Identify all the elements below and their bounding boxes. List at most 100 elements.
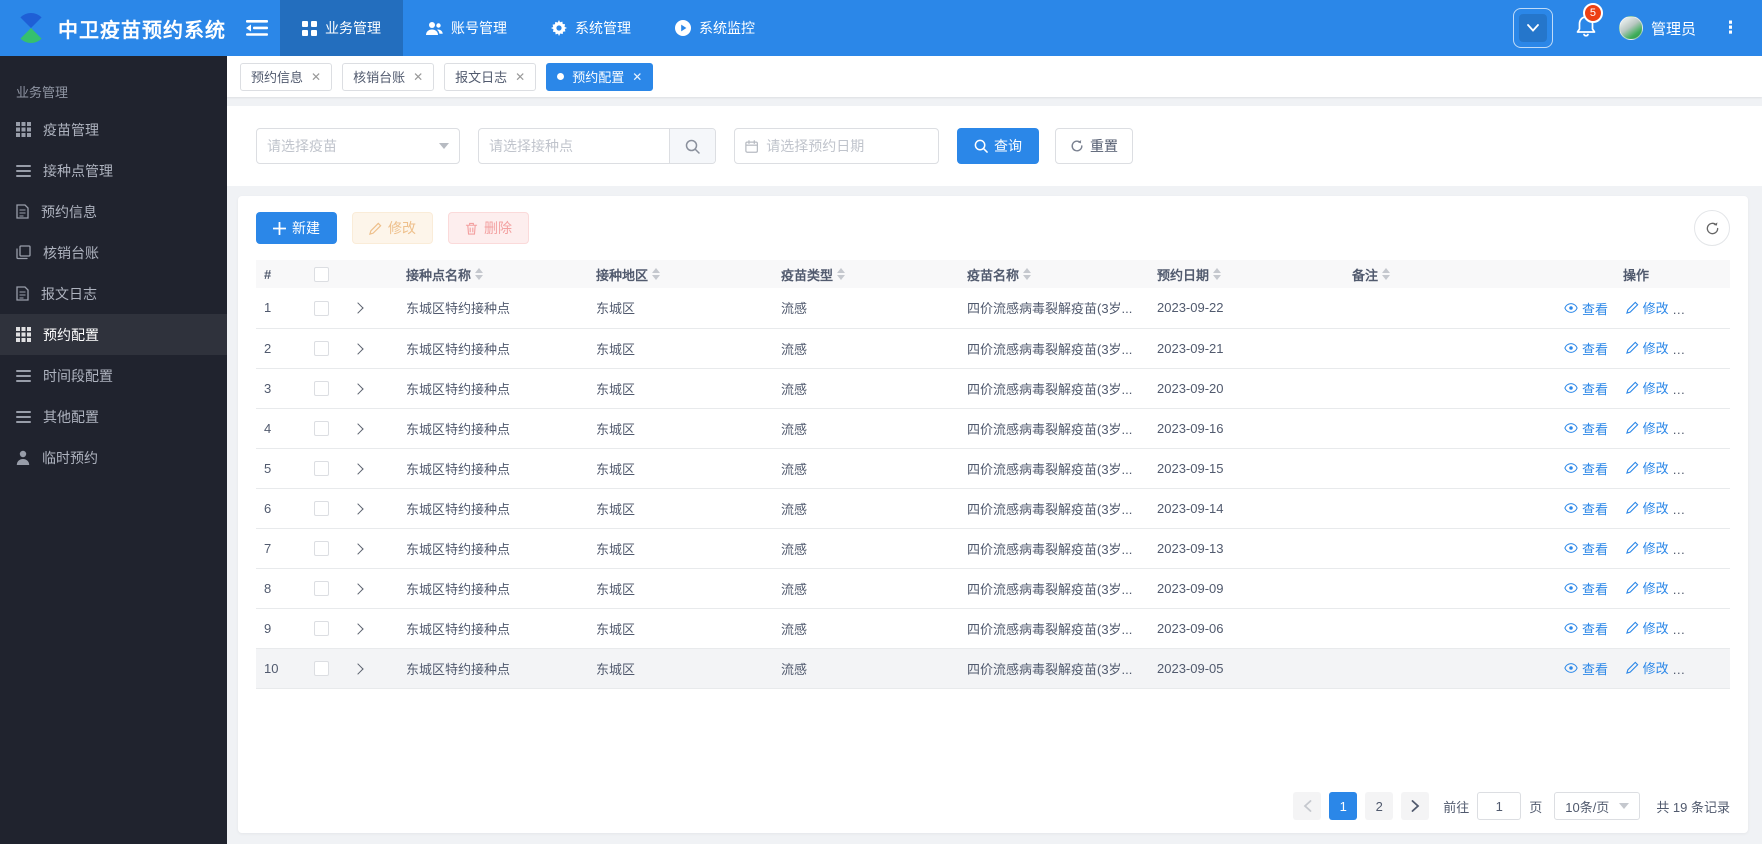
- site-search-input[interactable]: [479, 129, 669, 163]
- refresh-table-button[interactable]: [1694, 210, 1730, 246]
- nav-item-monitor[interactable]: 系统监控: [653, 0, 777, 56]
- layout-dropdown-button[interactable]: [1512, 8, 1553, 48]
- page-size-select[interactable]: 10条/页: [1554, 792, 1641, 820]
- expand-row-icon[interactable]: [352, 542, 364, 555]
- close-icon[interactable]: ✕: [413, 70, 423, 84]
- expand-row-icon[interactable]: [352, 502, 364, 515]
- date-picker-input[interactable]: [766, 138, 928, 154]
- edit-link[interactable]: 修改: [1625, 578, 1669, 597]
- expand-row-icon[interactable]: [352, 382, 364, 395]
- edit-link[interactable]: 修改: [1625, 418, 1669, 437]
- nav-item-accounts[interactable]: 账号管理: [403, 0, 529, 56]
- goto-page-input[interactable]: [1477, 792, 1522, 820]
- notification-bell[interactable]: 5: [1575, 2, 1603, 42]
- view-link[interactable]: 查看: [1564, 619, 1608, 638]
- row-checkbox[interactable]: [314, 581, 329, 597]
- delete-link[interactable]: 删除: [1686, 298, 1729, 317]
- expand-row-icon[interactable]: [352, 302, 364, 314]
- sidebar-item-vaccine-mgmt[interactable]: 疫苗管理: [0, 109, 227, 150]
- sort-icon[interactable]: [652, 268, 661, 280]
- edit-link[interactable]: 修改: [1625, 618, 1669, 637]
- edit-link[interactable]: 修改: [1625, 658, 1669, 677]
- view-link[interactable]: 查看: [1564, 299, 1608, 318]
- delete-link[interactable]: 删除: [1686, 578, 1729, 597]
- expand-row-icon[interactable]: [352, 582, 364, 595]
- delete-link[interactable]: 删除: [1686, 418, 1729, 437]
- vaccine-select-input[interactable]: [267, 138, 439, 154]
- delete-link[interactable]: 删除: [1686, 498, 1729, 517]
- page-button-1[interactable]: 1: [1329, 792, 1358, 820]
- edit-link[interactable]: 修改: [1625, 378, 1669, 397]
- expand-row-icon[interactable]: [352, 422, 364, 435]
- sidebar-item-timeslot-config[interactable]: 时间段配置: [0, 355, 227, 396]
- edit-link[interactable]: 修改: [1625, 298, 1669, 317]
- reset-button[interactable]: 重置: [1055, 128, 1133, 164]
- sort-icon[interactable]: [1382, 268, 1391, 280]
- col-date[interactable]: 预约日期: [1149, 260, 1344, 288]
- site-search-button[interactable]: [669, 129, 715, 163]
- nav-item-business[interactable]: 业务管理: [280, 0, 403, 56]
- expand-row-icon[interactable]: [352, 462, 364, 475]
- sidebar-item-appointment-config[interactable]: 预约配置: [0, 314, 227, 355]
- expand-row-icon[interactable]: [352, 622, 364, 635]
- delete-link[interactable]: 删除: [1686, 458, 1729, 477]
- sidebar-item-message-log[interactable]: 报文日志: [0, 273, 227, 314]
- prev-page-button[interactable]: [1293, 792, 1322, 820]
- view-link[interactable]: 查看: [1564, 539, 1608, 558]
- view-link[interactable]: 查看: [1564, 339, 1608, 358]
- col-site[interactable]: 接种点名称: [398, 260, 588, 288]
- delete-link[interactable]: 删除: [1686, 378, 1729, 397]
- view-link[interactable]: 查看: [1564, 579, 1608, 598]
- tab-writeoff-ledger[interactable]: 核销台账 ✕: [342, 62, 435, 91]
- sort-icon[interactable]: [475, 268, 484, 280]
- edit-link[interactable]: 修改: [1625, 538, 1669, 557]
- date-picker[interactable]: [734, 128, 939, 164]
- edit-link[interactable]: 修改: [1625, 498, 1669, 517]
- page-button-2[interactable]: 2: [1365, 792, 1394, 820]
- sidebar-item-writeoff-ledger[interactable]: 核销台账: [0, 232, 227, 273]
- sort-icon[interactable]: [837, 268, 846, 280]
- close-icon[interactable]: ✕: [311, 70, 321, 84]
- tab-appointment-info[interactable]: 预约信息 ✕: [240, 62, 333, 91]
- user-menu[interactable]: 管理员: [1618, 16, 1696, 40]
- row-checkbox[interactable]: [314, 421, 329, 437]
- col-region[interactable]: 接种地区: [588, 260, 773, 288]
- col-note[interactable]: 备注: [1344, 260, 1542, 288]
- delete-link[interactable]: 删除: [1686, 538, 1729, 557]
- row-checkbox[interactable]: [314, 661, 329, 677]
- view-link[interactable]: 查看: [1564, 459, 1608, 478]
- next-page-button[interactable]: [1401, 792, 1430, 820]
- create-button[interactable]: 新建: [256, 212, 337, 244]
- col-type[interactable]: 疫苗类型: [773, 260, 959, 288]
- select-all-checkbox[interactable]: [314, 267, 329, 283]
- tab-appointment-config[interactable]: 预约配置 ✕: [546, 62, 654, 91]
- sidebar-item-site-mgmt[interactable]: 接种点管理: [0, 150, 227, 191]
- sidebar-item-other-config[interactable]: 其他配置: [0, 396, 227, 437]
- nav-item-system[interactable]: 系统管理: [529, 0, 653, 56]
- edit-button[interactable]: 修改: [352, 212, 433, 244]
- sidebar-collapse-icon[interactable]: [240, 11, 274, 45]
- edit-link[interactable]: 修改: [1625, 338, 1669, 357]
- vaccine-select[interactable]: [256, 128, 460, 164]
- view-link[interactable]: 查看: [1564, 499, 1608, 518]
- tab-message-log[interactable]: 报文日志 ✕: [444, 62, 537, 91]
- sidebar-item-temp-appointment[interactable]: 临时预约: [0, 437, 227, 478]
- sidebar-item-appointment-info[interactable]: 预约信息: [0, 191, 227, 232]
- sort-icon[interactable]: [1023, 268, 1032, 280]
- row-checkbox[interactable]: [314, 341, 329, 357]
- view-link[interactable]: 查看: [1564, 659, 1608, 678]
- close-icon[interactable]: ✕: [515, 70, 525, 84]
- delete-button[interactable]: 删除: [448, 212, 529, 244]
- row-checkbox[interactable]: [314, 541, 329, 557]
- delete-link[interactable]: 删除: [1686, 658, 1729, 677]
- more-menu-icon[interactable]: ⋮: [1718, 18, 1744, 38]
- edit-link[interactable]: 修改: [1625, 458, 1669, 477]
- close-icon[interactable]: ✕: [632, 70, 642, 84]
- delete-link[interactable]: 删除: [1686, 338, 1729, 357]
- sort-icon[interactable]: [1213, 268, 1222, 280]
- delete-link[interactable]: 删除: [1686, 618, 1729, 637]
- view-link[interactable]: 查看: [1564, 379, 1608, 398]
- row-checkbox[interactable]: [314, 381, 329, 397]
- view-link[interactable]: 查看: [1564, 419, 1608, 438]
- expand-row-icon[interactable]: [352, 662, 364, 675]
